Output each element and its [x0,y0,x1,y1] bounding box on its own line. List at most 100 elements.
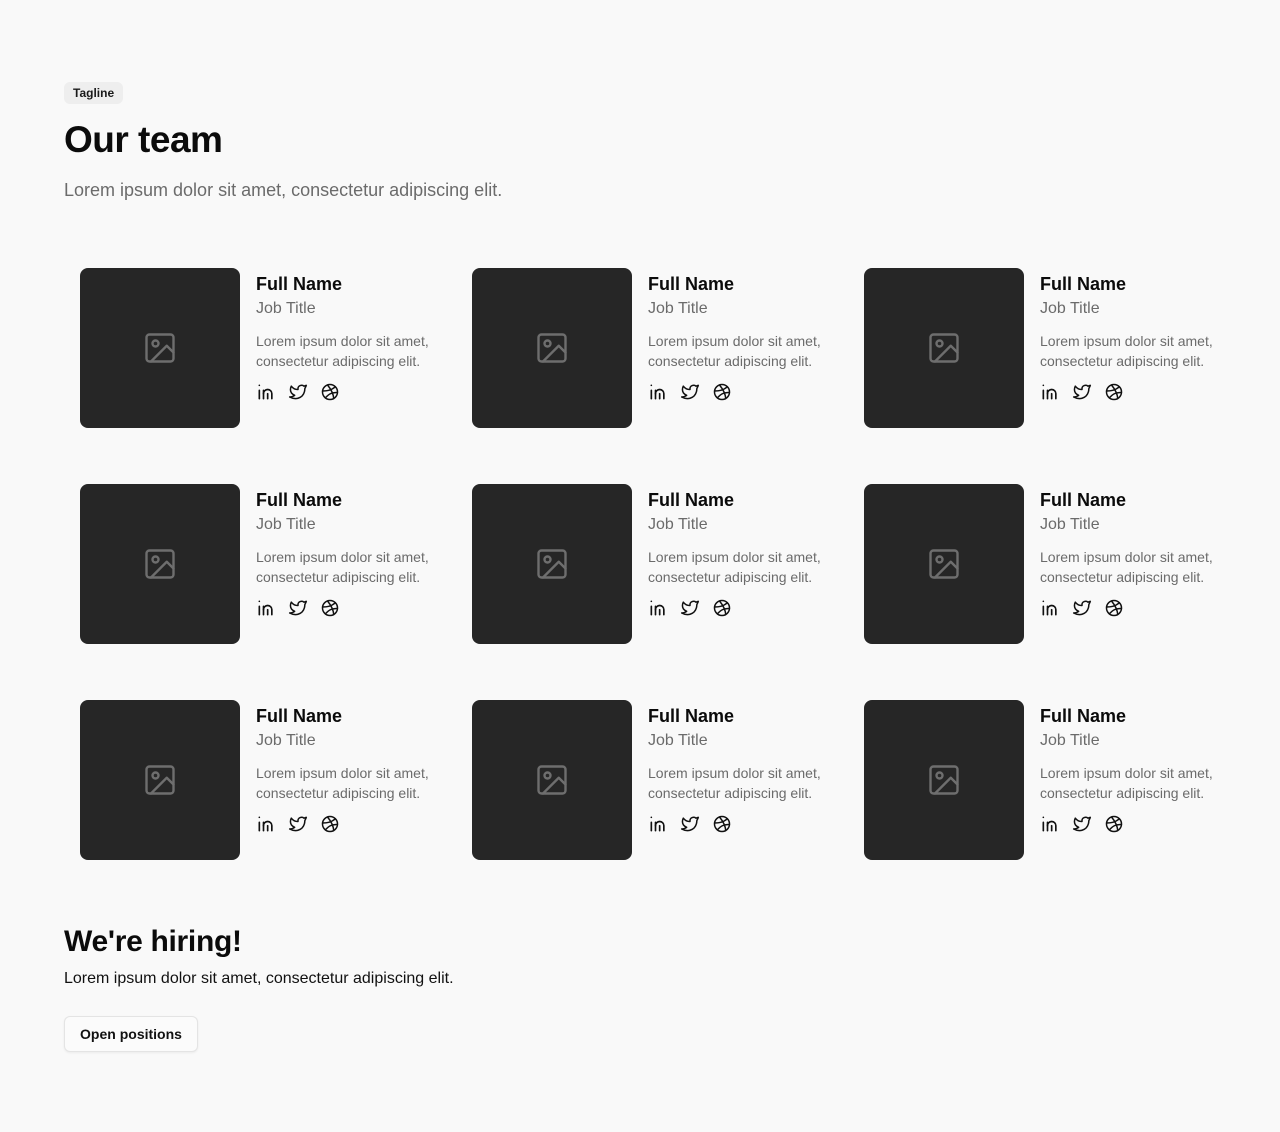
member-job-title: Job Title [648,732,708,749]
member-name: Full Name [256,490,343,510]
member-job-title: Job Title [1040,300,1100,317]
dribbble-icon[interactable] [1104,814,1124,834]
open-positions-button[interactable]: Open positions [64,1016,198,1052]
member-info: Full Name Job Title Lorem ipsum dolor si… [648,700,832,860]
image-placeholder-icon [929,765,959,795]
member-bio: Lorem ipsum dolor sit amet, consectetur … [1040,549,1213,585]
member-social-links [256,814,440,834]
member-photo [472,484,632,644]
twitter-icon[interactable] [1072,598,1092,618]
member-social-links [1040,598,1224,618]
member-photo [864,484,1024,644]
member-name: Full Name [648,706,735,726]
member-social-links [648,814,832,834]
twitter-icon[interactable] [680,598,700,618]
linkedin-icon[interactable] [1040,814,1060,834]
member-job-title: Job Title [648,300,708,317]
dribbble-icon[interactable] [1104,382,1124,402]
twitter-icon[interactable] [288,814,308,834]
member-photo [80,700,240,860]
member-photo [80,484,240,644]
twitter-icon[interactable] [288,598,308,618]
image-placeholder-icon [929,333,959,363]
member-social-links [1040,382,1224,402]
image-placeholder-icon [145,333,175,363]
linkedin-icon[interactable] [648,382,668,402]
member-info: Full Name Job Title Lorem ipsum dolor si… [256,484,440,644]
page-subtitle: Lorem ipsum dolor sit amet, consectetur … [64,180,503,200]
member-info: Full Name Job Title Lorem ipsum dolor si… [256,700,440,860]
twitter-icon[interactable] [288,382,308,402]
twitter-icon[interactable] [1072,382,1092,402]
twitter-icon[interactable] [680,382,700,402]
linkedin-icon[interactable] [256,598,276,618]
dribbble-icon[interactable] [712,814,732,834]
team-grid: Full Name Job Title Lorem ipsum dolor si… [80,268,1224,860]
member-social-links [256,382,440,402]
image-placeholder-icon [537,333,567,363]
dribbble-icon[interactable] [712,382,732,402]
team-member-card: Full Name Job Title Lorem ipsum dolor si… [864,484,1224,644]
twitter-icon[interactable] [1072,814,1092,834]
member-info: Full Name Job Title Lorem ipsum dolor si… [1040,484,1224,644]
member-name: Full Name [1040,490,1127,510]
team-member-card: Full Name Job Title Lorem ipsum dolor si… [472,700,832,860]
member-photo [864,700,1024,860]
twitter-icon[interactable] [680,814,700,834]
dribbble-icon[interactable] [320,382,340,402]
member-name: Full Name [256,706,343,726]
member-social-links [256,598,440,618]
member-info: Full Name Job Title Lorem ipsum dolor si… [1040,700,1224,860]
linkedin-icon[interactable] [1040,382,1060,402]
image-placeholder-icon [537,765,567,795]
team-member-card: Full Name Job Title Lorem ipsum dolor si… [80,484,440,644]
linkedin-icon[interactable] [256,814,276,834]
team-member-card: Full Name Job Title Lorem ipsum dolor si… [864,700,1224,860]
tagline-badge: Tagline [64,82,124,104]
image-placeholder-icon [929,549,959,579]
member-bio: Lorem ipsum dolor sit amet, consectetur … [1040,765,1213,801]
image-placeholder-icon [145,549,175,579]
member-job-title: Job Title [1040,732,1100,749]
image-placeholder-icon [537,549,567,579]
member-social-links [1040,814,1224,834]
member-bio: Lorem ipsum dolor sit amet, consectetur … [256,549,429,585]
dribbble-icon[interactable] [320,598,340,618]
member-photo [472,268,632,428]
member-bio: Lorem ipsum dolor sit amet, consectetur … [648,333,821,369]
member-bio: Lorem ipsum dolor sit amet, consectetur … [648,549,821,585]
member-info: Full Name Job Title Lorem ipsum dolor si… [1040,268,1224,428]
team-section: Tagline Our team Lorem ipsum dolor sit a… [0,0,1280,1132]
member-name: Full Name [1040,274,1127,294]
member-name: Full Name [648,490,735,510]
member-photo [864,268,1024,428]
member-photo [472,700,632,860]
member-social-links [648,382,832,402]
dribbble-icon[interactable] [1104,598,1124,618]
member-social-links [648,598,832,618]
team-member-card: Full Name Job Title Lorem ipsum dolor si… [864,268,1224,428]
team-member-card: Full Name Job Title Lorem ipsum dolor si… [472,268,832,428]
member-bio: Lorem ipsum dolor sit amet, consectetur … [648,765,821,801]
hiring-text: Lorem ipsum dolor sit amet, consectetur … [64,970,454,987]
linkedin-icon[interactable] [256,382,276,402]
linkedin-icon[interactable] [648,814,668,834]
member-name: Full Name [256,274,343,294]
member-bio: Lorem ipsum dolor sit amet, consectetur … [256,333,429,369]
linkedin-icon[interactable] [648,598,668,618]
member-job-title: Job Title [256,300,316,317]
member-name: Full Name [648,274,735,294]
team-member-card: Full Name Job Title Lorem ipsum dolor si… [80,700,440,860]
member-info: Full Name Job Title Lorem ipsum dolor si… [648,268,832,428]
team-member-card: Full Name Job Title Lorem ipsum dolor si… [80,268,440,428]
hiring-title: We're hiring! [64,925,242,958]
linkedin-icon[interactable] [1040,598,1060,618]
member-job-title: Job Title [1040,516,1100,533]
dribbble-icon[interactable] [712,598,732,618]
member-job-title: Job Title [648,516,708,533]
member-photo [80,268,240,428]
team-member-card: Full Name Job Title Lorem ipsum dolor si… [472,484,832,644]
member-bio: Lorem ipsum dolor sit amet, consectetur … [1040,333,1213,369]
dribbble-icon[interactable] [320,814,340,834]
member-info: Full Name Job Title Lorem ipsum dolor si… [256,268,440,428]
